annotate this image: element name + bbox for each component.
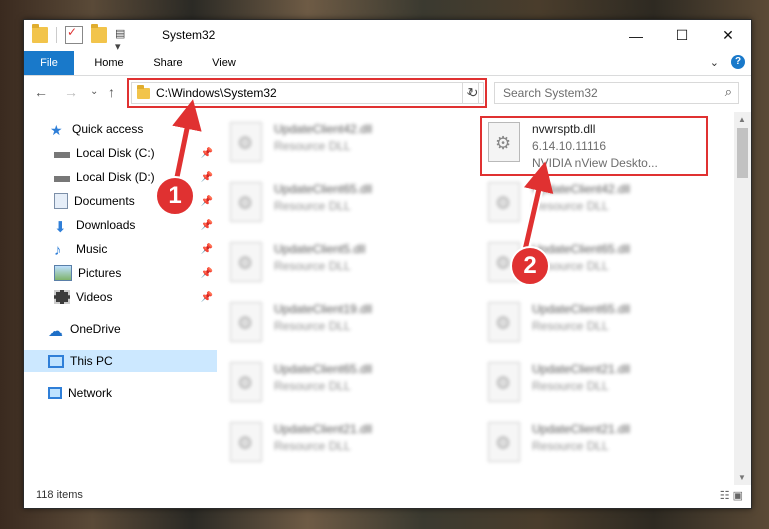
arrow-2 [522, 161, 554, 251]
callout-1: 1 [155, 176, 195, 216]
callout-2: 2 [510, 246, 550, 286]
annotation-arrows [171, 99, 554, 255]
arrow-1 [172, 99, 202, 183]
